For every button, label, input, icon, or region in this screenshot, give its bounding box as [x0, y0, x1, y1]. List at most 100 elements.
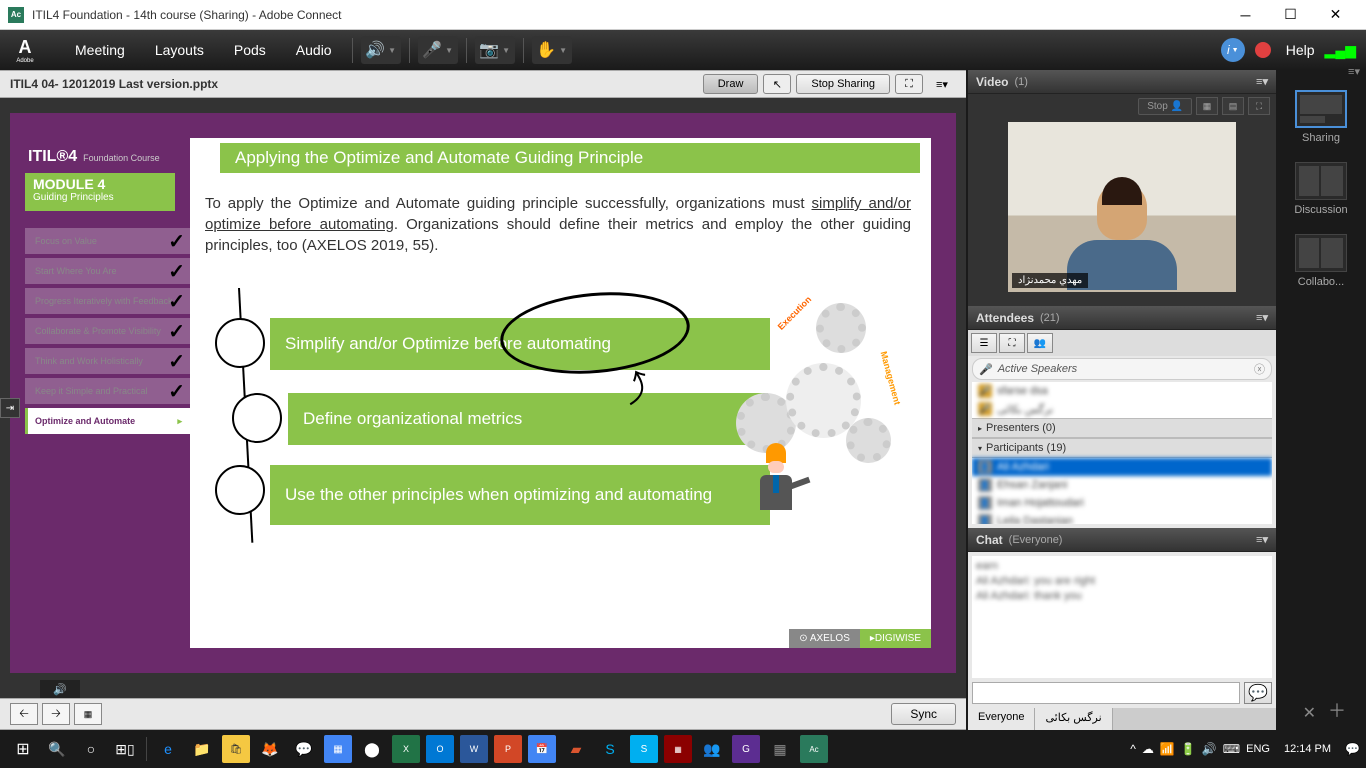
participant-row[interactable]: 👤Iman Hojattoudari	[972, 494, 1272, 512]
taskbar-app-skype[interactable]: S	[596, 735, 624, 763]
attendee-view-breakout[interactable]: 👥	[1027, 333, 1053, 353]
chat-pod: earn Ali Azhdari: you are right Ali Azhd…	[968, 552, 1276, 730]
shared-filename: ITIL4 04- 12012019 Last version.pptx	[10, 77, 698, 91]
speaker-row[interactable]: 🎤نرگس بكائى	[972, 400, 1272, 418]
prev-slide-button[interactable]: 🡠	[10, 703, 38, 725]
rail-add-button[interactable]: ＋	[1328, 697, 1346, 723]
taskbar-app-explorer[interactable]: 📁	[188, 735, 216, 763]
minimize-button[interactable]: ─	[1223, 0, 1268, 30]
taskbar-app-firefox[interactable]: 🦊	[256, 735, 284, 763]
presenters-section[interactable]: ▸Presenters (0)	[972, 418, 1272, 438]
tray-notifications-icon[interactable]: 💬	[1345, 742, 1360, 756]
menu-audio[interactable]: Audio	[281, 42, 347, 58]
tray-wifi-icon[interactable]: 📶	[1160, 742, 1175, 756]
video-fullscreen-button[interactable]: ⛶	[1248, 97, 1270, 115]
layout-sharing[interactable]: Sharing	[1291, 90, 1351, 144]
taskbar-app-anydesk[interactable]: ▰	[562, 735, 590, 763]
nav-item: Start Where You Are✓	[25, 258, 190, 284]
attendees-pod-menu[interactable]: ≡▾	[1256, 311, 1268, 324]
tray-language[interactable]: ENG	[1246, 743, 1270, 755]
slide-grid-button[interactable]: ▦	[74, 703, 102, 725]
video-pod-menu[interactable]: ≡▾	[1256, 75, 1268, 88]
taskbar-app-store[interactable]: 🛍	[222, 735, 250, 763]
fullscreen-button[interactable]: ⛶	[895, 74, 923, 94]
task-view-button[interactable]: ⊞▯	[111, 735, 139, 763]
participant-row[interactable]: 👤Ali Azhdari	[972, 458, 1272, 476]
chat-tab-private[interactable]: نرگس بكائى	[1035, 708, 1112, 730]
footer-logos: ⊙ AXELOS ▸DIGIWISE	[789, 629, 931, 648]
speaker-toggle[interactable]: 🔊▼	[361, 36, 401, 64]
connection-indicator: ▂▄▆	[1325, 42, 1356, 59]
menu-layouts[interactable]: Layouts	[140, 42, 219, 58]
chat-send-button[interactable]: 💬	[1244, 682, 1272, 704]
sync-button[interactable]: Sync	[891, 703, 956, 725]
attendee-view-status[interactable]: ⛶	[999, 333, 1025, 353]
participant-row[interactable]: 👤Leila Dastanian	[972, 512, 1272, 524]
video-stop-button[interactable]: Stop 👤	[1138, 98, 1192, 115]
maximize-button[interactable]: ☐	[1268, 0, 1313, 30]
mic-toggle[interactable]: 🎤▼	[418, 36, 458, 64]
taskbar-app-skype2[interactable]: S	[630, 735, 658, 763]
cortana-button[interactable]: ○	[77, 735, 105, 763]
menu-pods[interactable]: Pods	[219, 42, 281, 58]
taskbar-app-excel[interactable]: X	[392, 735, 420, 763]
menu-help[interactable]: Help	[1286, 42, 1315, 58]
taskbar-app-connect[interactable]: Ac	[800, 735, 828, 763]
attendees-pod-header: Attendees(21) ≡▾	[968, 306, 1276, 330]
video-frame[interactable]: مهدي محمدنژاد	[1008, 122, 1236, 292]
video-grid-button[interactable]: ▦	[1196, 97, 1218, 115]
taskbar-app-word[interactable]: W	[460, 735, 488, 763]
tray-cloud-icon[interactable]: ☁	[1142, 742, 1154, 756]
chat-tab-everyone[interactable]: Everyone	[968, 708, 1035, 730]
taskbar-app-whatsapp[interactable]: 💬	[290, 735, 318, 763]
tray-overflow[interactable]: ^	[1130, 742, 1136, 756]
taskbar-app-outlook[interactable]: O	[426, 735, 454, 763]
chat-message-list[interactable]: earn Ali Azhdari: you are right Ali Azhd…	[972, 556, 1272, 678]
taskbar-app-teams[interactable]: 👥	[698, 735, 726, 763]
nav-item: Progress Iteratively with Feedback✓	[25, 288, 190, 314]
chat-input[interactable]	[972, 682, 1240, 704]
chat-pod-menu[interactable]: ≡▾	[1256, 533, 1268, 546]
search-button[interactable]: 🔍	[43, 735, 71, 763]
tray-keyboard-icon[interactable]: ⌨	[1223, 742, 1240, 756]
participants-section[interactable]: ▾Participants (19)	[972, 438, 1272, 458]
rail-menu-icon[interactable]: ≡▾	[1348, 65, 1360, 78]
tray-battery-icon[interactable]: 🔋	[1181, 742, 1196, 756]
pointer-button[interactable]: ↖	[763, 74, 791, 94]
taskbar-app-generic2[interactable]: ▦	[766, 735, 794, 763]
speaker-row[interactable]: 🎤sfarse dsa	[972, 382, 1272, 400]
taskbar-app-generic1[interactable]: ▦	[664, 735, 692, 763]
stop-sharing-button[interactable]: Stop Sharing	[796, 74, 890, 94]
taskbar-app-powerpoint[interactable]: P	[494, 735, 522, 763]
webcam-toggle[interactable]: 📷▼	[475, 36, 515, 64]
rail-close-button[interactable]: ✕	[1303, 703, 1316, 723]
taskbar-app-onenote[interactable]: G	[732, 735, 760, 763]
attendees-pod: ☰ ⛶ 👥 🎤 Active Speakers ⓧ 🎤sfarse dsa 🎤ن…	[968, 330, 1276, 528]
taskbar-app-calendar[interactable]: 📅	[528, 735, 556, 763]
adobe-logo: A Adobe	[10, 35, 40, 65]
info-button[interactable]: i▼	[1221, 38, 1245, 62]
close-active-speakers[interactable]: ⓧ	[1254, 361, 1265, 377]
draw-button[interactable]: Draw	[703, 74, 759, 94]
taskbar-app-meet[interactable]: ▦	[324, 735, 352, 763]
menu-meeting[interactable]: Meeting	[60, 42, 140, 58]
attendee-view-list[interactable]: ☰	[971, 333, 997, 353]
app-icon: Ac	[8, 7, 24, 23]
taskbar-app-chrome[interactable]: ⬤	[358, 735, 386, 763]
next-slide-button[interactable]: 🡢	[42, 703, 70, 725]
participant-row[interactable]: 👤Ehsan Zanjani	[972, 476, 1272, 494]
raise-hand-toggle[interactable]: ✋▼	[532, 36, 572, 64]
start-button[interactable]: ⊞	[9, 735, 37, 763]
presentation-slide: ITIL®4Foundation Course MODULE 4 Guiding…	[10, 113, 956, 673]
tray-clock[interactable]: 12:14 PM	[1284, 743, 1331, 755]
layout-collaboration[interactable]: Collabo...	[1291, 234, 1351, 288]
taskbar-app-edge[interactable]: e	[154, 735, 182, 763]
record-indicator[interactable]	[1255, 42, 1271, 58]
video-strip-button[interactable]: ▤	[1222, 97, 1244, 115]
tray-volume-icon[interactable]: 🔊	[1202, 742, 1217, 756]
close-button[interactable]: ✕	[1313, 0, 1358, 30]
pod-options-button[interactable]: ≡▾	[928, 74, 956, 94]
layout-discussion[interactable]: Discussion	[1291, 162, 1351, 216]
sidebar-expand-button[interactable]: ⇥	[0, 398, 20, 418]
mic-icon: 🎤	[979, 363, 993, 376]
